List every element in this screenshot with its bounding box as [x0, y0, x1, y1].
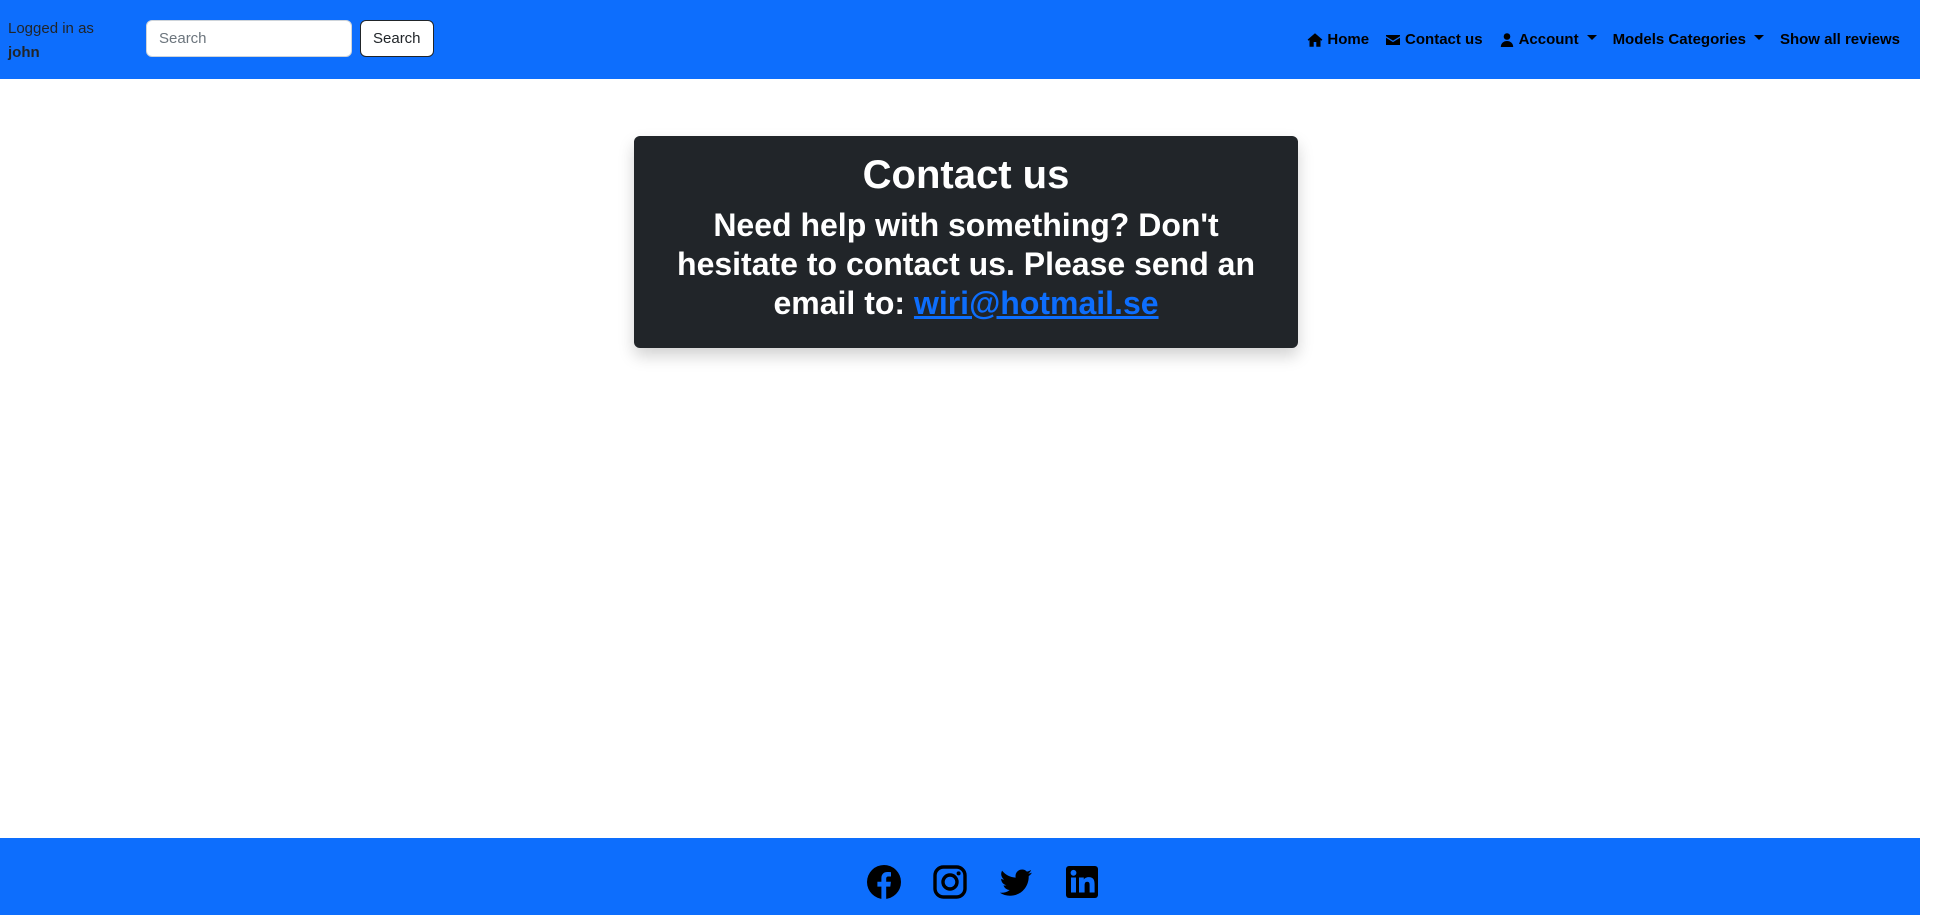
nav-links: Home Contact us Account Models Categorie…: [1291, 0, 1900, 79]
nav-models-categories-label: Models Categories: [1612, 31, 1746, 48]
top-navbar: Logged in as john Search Home Contact us: [0, 0, 1920, 79]
nav-account-dropdown[interactable]: Account: [1499, 31, 1597, 48]
nav-contact-link[interactable]: Contact us: [1385, 31, 1483, 48]
chevron-down-icon: [1753, 35, 1764, 40]
nav-show-all-reviews-link[interactable]: Show all reviews: [1780, 31, 1900, 48]
search-form: Search: [146, 20, 434, 57]
logged-in-username: john: [8, 44, 40, 61]
home-icon: [1307, 32, 1323, 48]
footer: [0, 838, 1920, 915]
nav-show-all-reviews-label: Show all reviews: [1779, 31, 1900, 48]
contact-title: Contact us: [862, 153, 1070, 197]
login-prefix: Logged in as: [8, 20, 94, 37]
search-button[interactable]: Search: [360, 20, 434, 57]
user-icon: [1499, 32, 1515, 48]
social-icons: [866, 864, 1100, 900]
login-info: Logged in as john: [8, 17, 94, 65]
twitter-icon[interactable]: [998, 864, 1034, 900]
nav-account-label: Account: [1518, 31, 1579, 48]
envelope-icon: [1385, 32, 1401, 48]
facebook-icon[interactable]: [866, 864, 902, 900]
instagram-icon[interactable]: [932, 864, 968, 900]
search-input[interactable]: [146, 20, 352, 57]
linkedin-icon[interactable]: [1064, 864, 1100, 900]
nav-contact-label: Contact us: [1405, 31, 1483, 48]
nav-home-link[interactable]: Home: [1307, 31, 1369, 48]
contact-message: Need help with something? Don't hesitate…: [654, 206, 1278, 323]
nav-home-label: Home: [1327, 31, 1370, 48]
contact-email-link[interactable]: wiri@hotmail.se: [914, 285, 1159, 321]
nav-models-categories-dropdown[interactable]: Models Categories: [1613, 31, 1764, 48]
contact-card: Contact us Need help with something? Don…: [634, 136, 1298, 348]
page: Logged in as john Search Home Contact us: [0, 0, 1933, 915]
chevron-down-icon: [1586, 35, 1597, 40]
